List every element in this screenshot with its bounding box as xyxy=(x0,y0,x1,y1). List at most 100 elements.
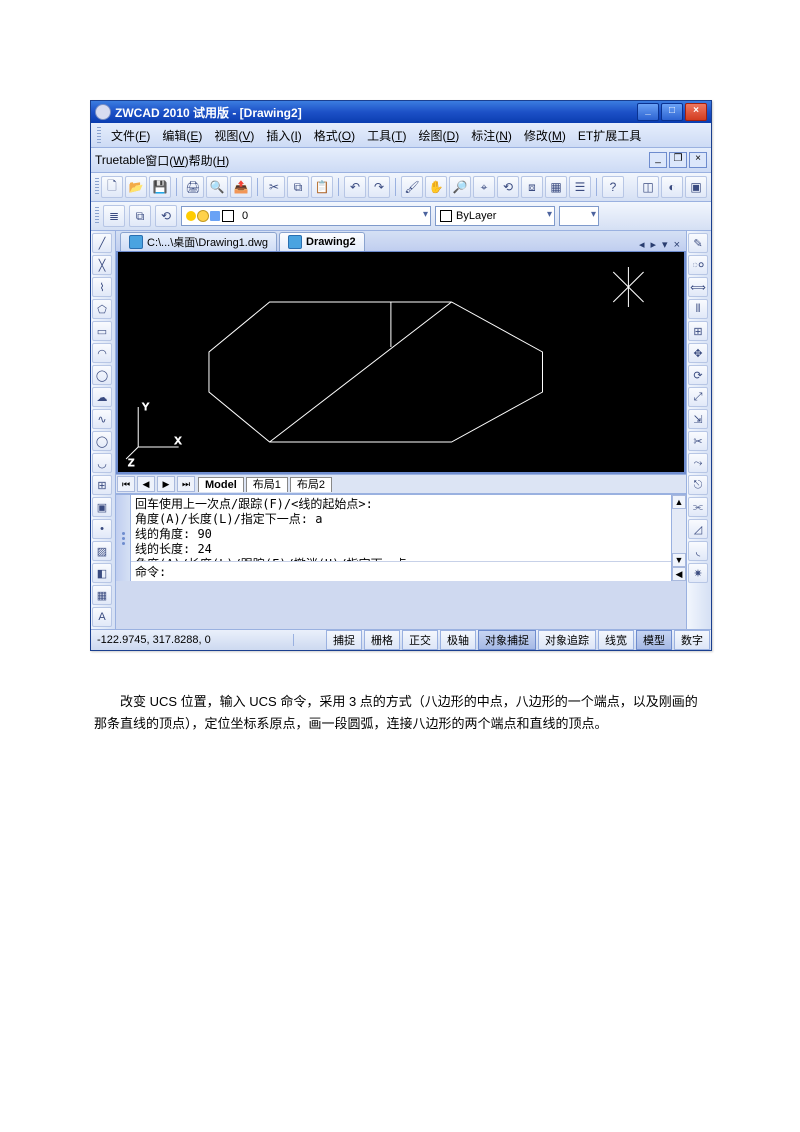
menu-modify[interactable]: 修改(M) xyxy=(518,126,572,145)
region-button[interactable]: ◧ xyxy=(92,563,112,583)
save-button[interactable]: 💾 xyxy=(149,176,171,198)
document-tab-drawing2[interactable]: Drawing2 xyxy=(279,232,365,251)
color-dropdown[interactable]: ByLayer xyxy=(435,206,555,226)
erase-button[interactable]: ✎ xyxy=(688,233,708,253)
layout-prev-button[interactable]: ◀ xyxy=(137,476,155,492)
array-button[interactable]: ⊞ xyxy=(688,321,708,341)
arc-button[interactable]: ◠ xyxy=(92,343,112,363)
help-button[interactable]: ? xyxy=(602,176,624,198)
tab-dropdown-button[interactable]: ▾ xyxy=(660,238,670,251)
mirror-button[interactable]: ⟺ xyxy=(688,277,708,297)
scale-button[interactable]: ⤢ xyxy=(688,387,708,407)
zoom-previous-button[interactable]: ⟲ xyxy=(497,176,519,198)
digitizer-toggle[interactable]: 数字 xyxy=(674,630,710,650)
ortho-toggle[interactable]: 正交 xyxy=(402,630,438,650)
model-toggle[interactable]: 模型 xyxy=(636,630,672,650)
publish-button[interactable]: 📤 xyxy=(230,176,252,198)
layout-last-button[interactable]: ⏭ xyxy=(177,476,195,492)
mdi-close-button[interactable]: × xyxy=(689,152,707,168)
design-center-button[interactable]: ⧈ xyxy=(521,176,543,198)
redo-button[interactable]: ↷ xyxy=(368,176,390,198)
menu-help[interactable]: 帮助(H) xyxy=(189,152,230,169)
copy-obj-button[interactable]: ం xyxy=(688,255,708,275)
command-history[interactable]: 回车使用上一次点/跟踪(F)/<线的起始点>: 角度(A)/长度(L)/指定下一… xyxy=(131,495,671,562)
extend-button[interactable]: ⤳ xyxy=(688,453,708,473)
new-button[interactable]: 🗋 xyxy=(101,176,123,198)
snap-toggle[interactable]: 捕捉 xyxy=(326,630,362,650)
menu-edit[interactable]: 编辑(E) xyxy=(156,126,208,145)
scroll-down-icon[interactable]: ▼ xyxy=(672,553,686,567)
polygon-button[interactable]: ⬠ xyxy=(92,299,112,319)
trim-button[interactable]: ✂ xyxy=(688,431,708,451)
cut-button[interactable]: ✂ xyxy=(263,176,285,198)
menu-et-extend[interactable]: ET扩展工具 xyxy=(572,126,647,145)
minimize-button[interactable]: _ xyxy=(637,103,659,121)
layer-manager-button[interactable]: ≣ xyxy=(103,205,125,227)
undo-button[interactable]: ↶ xyxy=(344,176,366,198)
osnap-toggle[interactable]: 对象捕捉 xyxy=(478,630,536,650)
maximize-button[interactable]: □ xyxy=(661,103,683,121)
line-button[interactable]: ╱ xyxy=(92,233,112,253)
close-button[interactable]: × xyxy=(685,103,707,121)
menu-view[interactable]: 视图(V) xyxy=(208,126,260,145)
tab-scroll-right-button[interactable]: ▸ xyxy=(649,238,659,251)
layout-next-button[interactable]: ▶ xyxy=(157,476,175,492)
match-prop-button[interactable]: 🖌 xyxy=(401,176,423,198)
spline-button[interactable]: ∿ xyxy=(92,409,112,429)
scroll-left-icon[interactable]: ◀ xyxy=(672,567,686,581)
zoom-realtime-button[interactable]: 🔎 xyxy=(449,176,471,198)
mdi-minimize-button[interactable]: _ xyxy=(649,152,667,168)
tool-palette-button[interactable]: ▦ xyxy=(545,176,567,198)
fillet-button[interactable]: ◟ xyxy=(688,541,708,561)
table-button[interactable]: ▦ xyxy=(92,585,112,605)
properties-button[interactable]: ☰ xyxy=(569,176,591,198)
document-tab-drawing1[interactable]: C:\...\桌面\Drawing1.dwg xyxy=(120,232,277,251)
command-grip-icon[interactable] xyxy=(116,495,131,581)
print-button[interactable]: 🖨 xyxy=(182,176,204,198)
drawing-canvas[interactable]: Y X Z xyxy=(116,252,686,474)
lwt-toggle[interactable]: 线宽 xyxy=(598,630,634,650)
hatch-button[interactable]: ▨ xyxy=(92,541,112,561)
layout1-tab[interactable]: 布局1 xyxy=(246,477,288,492)
rectangle-button[interactable]: ▭ xyxy=(92,321,112,341)
tab-scroll-left-button[interactable]: ◂ xyxy=(637,238,647,251)
tab-close-button[interactable]: × xyxy=(672,239,682,251)
break-button[interactable]: ⎋ xyxy=(688,475,708,495)
print-preview-button[interactable]: 🔍 xyxy=(206,176,228,198)
3d-view-button[interactable]: ◫ xyxy=(637,176,659,198)
pan-button[interactable]: ✋ xyxy=(425,176,447,198)
linetype-dropdown[interactable] xyxy=(559,206,599,226)
otrack-toggle[interactable]: 对象追踪 xyxy=(538,630,596,650)
move-button[interactable]: ✥ xyxy=(688,343,708,363)
rotate-button[interactable]: ⟳ xyxy=(688,365,708,385)
layer-dropdown[interactable]: 0 xyxy=(181,206,431,226)
stretch-button[interactable]: ⇲ xyxy=(688,409,708,429)
menu-dimension[interactable]: 标注(N) xyxy=(465,126,518,145)
polar-toggle[interactable]: 极轴 xyxy=(440,630,476,650)
paste-button[interactable]: 📋 xyxy=(311,176,333,198)
revcloud-button[interactable]: ☁ xyxy=(92,387,112,407)
copy-button[interactable]: ⧉ xyxy=(287,176,309,198)
zoom-window-button[interactable]: ⌖ xyxy=(473,176,495,198)
xline-button[interactable]: ╳ xyxy=(92,255,112,275)
layout-first-button[interactable]: ⏮ xyxy=(117,476,135,492)
open-button[interactable]: 📂 xyxy=(125,176,147,198)
join-button[interactable]: ⫘ xyxy=(688,497,708,517)
point-button[interactable]: • xyxy=(92,519,112,539)
circle-button[interactable]: ◯ xyxy=(92,365,112,385)
offset-button[interactable]: ⫴ xyxy=(688,299,708,319)
command-scrollbar[interactable]: ▲ ▼ ◀ xyxy=(671,495,686,581)
layer-states-button[interactable]: ⧉ xyxy=(129,205,151,227)
menu-file[interactable]: 文件(F) xyxy=(105,126,156,145)
polyline-button[interactable]: ⌇ xyxy=(92,277,112,297)
ellipse-button[interactable]: ◯ xyxy=(92,431,112,451)
make-block-button[interactable]: ▣ xyxy=(92,497,112,517)
ellipse-arc-button[interactable]: ◡ xyxy=(92,453,112,473)
command-input[interactable] xyxy=(166,565,667,579)
menu-draw[interactable]: 绘图(D) xyxy=(413,126,466,145)
menu-format[interactable]: 格式(O) xyxy=(308,126,361,145)
insert-block-button[interactable]: ⊞ xyxy=(92,475,112,495)
chamfer-button[interactable]: ◿ xyxy=(688,519,708,539)
grid-toggle[interactable]: 栅格 xyxy=(364,630,400,650)
render-button[interactable]: ◐ xyxy=(661,176,683,198)
